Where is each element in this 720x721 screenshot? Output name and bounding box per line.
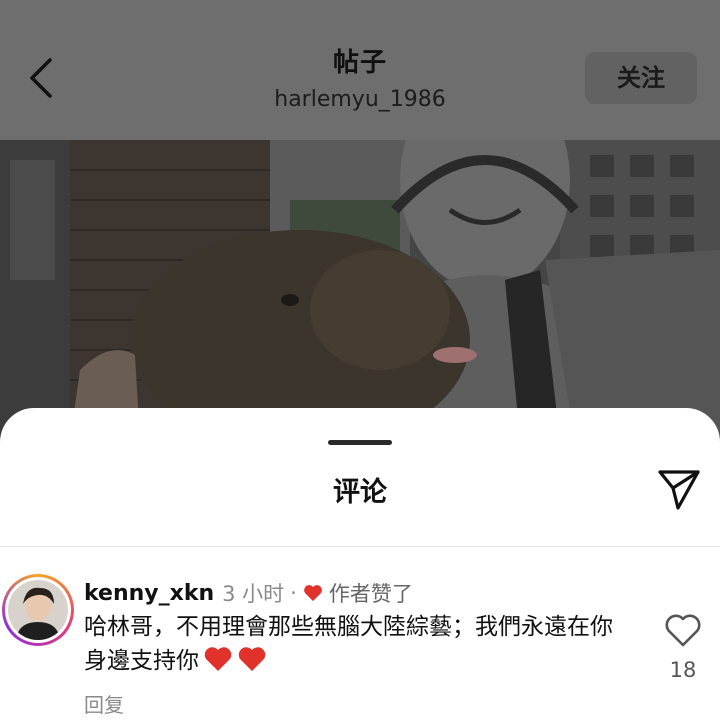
comment-body: 哈林哥，不用理會那些無腦大陸綜藝；我們永遠在你身邊支持你 <box>84 610 629 678</box>
comment-text: 哈林哥，不用理會那些無腦大陸綜藝；我們永遠在你身邊支持你 <box>84 614 613 674</box>
author-liked-label: 作者赞了 <box>328 582 413 606</box>
reply-button[interactable]: 回复 <box>84 689 124 718</box>
avatar <box>8 580 68 640</box>
follow-button[interactable]: 关注 <box>585 52 697 104</box>
comments-sheet: 评论 kenny_xkn 3 小时 · 作者赞了 哈林哥，不用理會那些無腦大陸綜… <box>0 408 720 721</box>
post-header: 帖子 harlemyu_1986 关注 <box>0 0 720 140</box>
comments-title: 评论 <box>333 477 387 508</box>
author-liked-heart-icon <box>303 585 322 601</box>
comment-time: 3 小时 <box>222 582 285 606</box>
like-count: 18 <box>669 658 697 682</box>
sheet-divider <box>0 546 720 547</box>
red-heart-emoji-icon <box>238 647 266 671</box>
comment-item: kenny_xkn 3 小时 · 作者赞了 哈林哥，不用理會那些無腦大陸綜藝；我… <box>0 568 720 721</box>
meta-separator: · <box>290 581 297 605</box>
comment-meta: kenny_xkn 3 小时 · 作者赞了 <box>84 578 413 608</box>
red-heart-emoji-icon <box>204 647 232 671</box>
heart-outline-icon[interactable] <box>664 612 702 648</box>
avatar-story-ring[interactable] <box>2 574 74 646</box>
post-photo-image <box>0 140 720 440</box>
comment-username[interactable]: kenny_xkn <box>84 581 214 606</box>
send-icon[interactable] <box>656 466 702 512</box>
sheet-drag-handle[interactable] <box>328 440 392 445</box>
post-photo <box>0 140 720 440</box>
